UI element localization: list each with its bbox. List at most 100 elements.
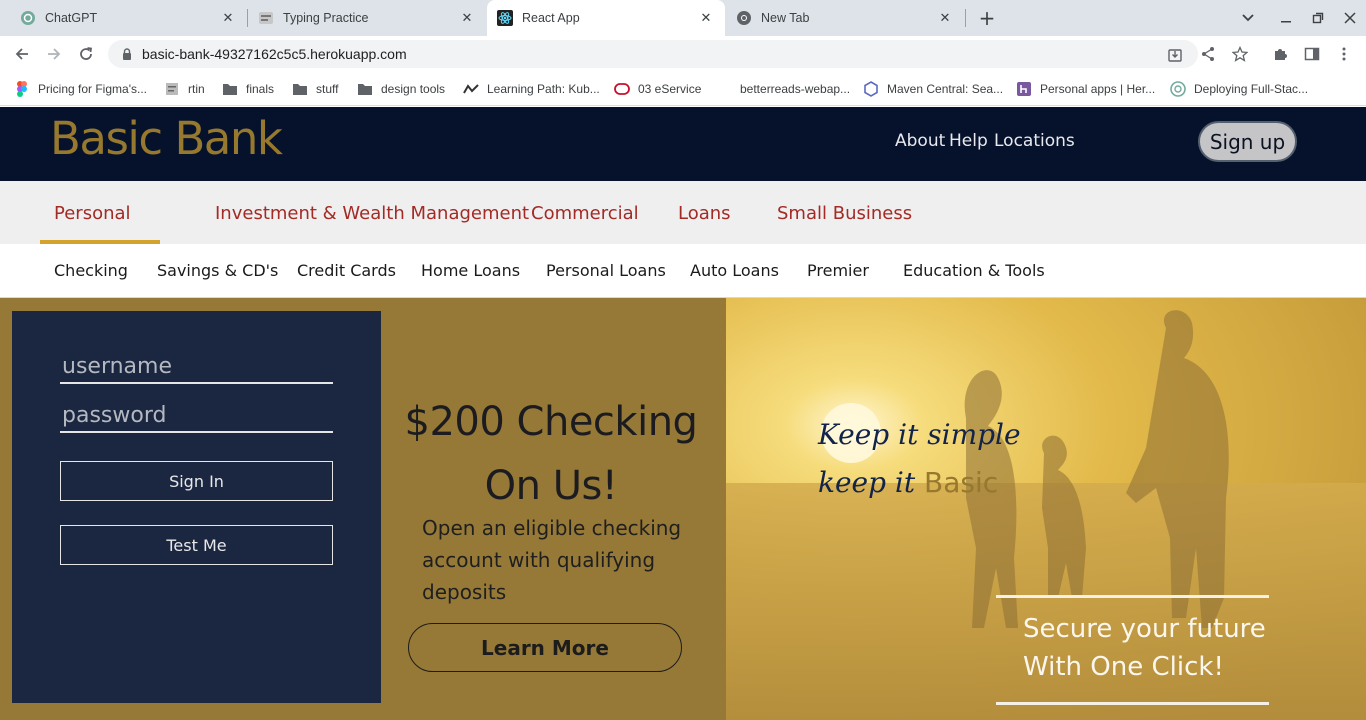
extensions-icon[interactable] [1271,45,1289,63]
bookmark-folder[interactable]: design tools [357,80,445,98]
bookmark-item[interactable]: Learning Path: Kub... [463,80,600,98]
typing-icon [258,10,274,26]
url-text[interactable]: basic-bank-49327162c5c5.herokuapp.com [142,46,407,62]
bookmark-item[interactable]: Pricing for Figma's... [14,80,147,98]
bookmark-label: rtin [188,82,205,96]
subnav-auto-loans[interactable]: Auto Loans [690,261,779,280]
site-header: Basic Bank About Help Locations Sign up [0,107,1366,181]
bookmark-label: Learning Path: Kub... [487,82,600,96]
logo[interactable]: Basic Bank [50,112,283,165]
folder-icon [222,81,238,97]
react-icon [497,10,513,26]
tagline-line: keep it Basic [818,466,998,499]
chatgpt-icon [20,10,36,26]
promo-title: $200 Checking On Us! [400,390,702,518]
cta-text[interactable]: Secure your future With One Click! [1023,610,1266,686]
hero-section: Sign In Test Me $200 Checking On Us! Ope… [0,298,1366,720]
subnav-savings[interactable]: Savings & CD's [157,261,278,280]
tab-typing-practice[interactable]: Typing Practice ✕ [248,0,486,36]
tab-title: React App [522,11,580,25]
bookmarks-bar: Pricing for Figma's... rtin finals stuff… [0,72,1366,106]
tab-new-tab[interactable]: New Tab ✕ [726,0,964,36]
close-icon[interactable]: ✕ [936,9,954,27]
category-investment[interactable]: Investment & Wealth Management [215,203,529,224]
minimize-icon[interactable] [1274,6,1298,30]
bookmark-item[interactable]: rtin [164,80,205,98]
subnav-home-loans[interactable]: Home Loans [421,261,520,280]
tab-title: New Tab [761,11,810,25]
browser-toolbar: basic-bank-49327162c5c5.herokuapp.com [0,36,1366,72]
menu-icon[interactable] [1335,45,1353,63]
cta-line: With One Click! [1023,652,1224,682]
category-personal[interactable]: Personal [54,203,131,224]
bookmark-item[interactable]: 03 eService [614,80,701,98]
close-window-icon[interactable] [1338,6,1362,30]
eservice-icon [614,81,630,97]
nav-link-help[interactable]: Help [949,131,988,151]
figma-icon [14,81,30,97]
nav-link-about[interactable]: About [895,131,945,151]
page-icon [164,81,180,97]
bookmark-item[interactable]: Maven Central: Sea... [863,80,1003,98]
bookmark-item[interactable]: Deploying Full-Stac... [1170,80,1308,98]
folder-icon [292,81,308,97]
subnav-education-tools[interactable]: Education & Tools [903,261,1045,280]
folder-icon [357,81,373,97]
promo-title-line: On Us! [484,463,618,509]
tagline-accent: Basic [924,466,999,499]
bookmark-label: Deploying Full-Stac... [1194,82,1309,96]
maven-icon [863,81,879,97]
tab-title: ChatGPT [45,11,98,25]
divider [996,595,1269,598]
bookmark-label: Pricing for Figma's... [38,82,147,96]
reload-icon[interactable] [74,42,98,66]
blank-icon [716,81,732,97]
subnav-personal-loans[interactable]: Personal Loans [546,261,666,280]
new-tab-button[interactable]: + [975,6,999,30]
bookmark-label: design tools [381,82,446,96]
side-panel-icon[interactable] [1303,45,1321,63]
star-icon[interactable] [1231,45,1249,63]
tagline-prefix: keep it [818,466,925,499]
bookmark-label: stuff [316,82,339,96]
restore-icon[interactable] [1306,6,1330,30]
back-icon[interactable] [10,42,34,66]
category-small-business[interactable]: Small Business [777,203,912,224]
forward-icon[interactable] [42,42,66,66]
nav-link-locations[interactable]: Locations [994,131,1075,151]
bookmark-item[interactable]: betterreads-webap... [716,80,850,98]
close-icon[interactable]: ✕ [697,9,715,27]
lock-icon[interactable] [120,47,134,61]
login-panel: Sign In Test Me [12,311,381,703]
share-icon[interactable] [1199,45,1217,63]
sign-up-button[interactable]: Sign up [1198,121,1297,162]
subnav-premier[interactable]: Premier [807,261,869,280]
cta-line: Secure your future [1023,614,1266,644]
password-input[interactable] [60,399,333,433]
path-icon [463,81,479,97]
subnav-checking[interactable]: Checking [54,261,128,280]
bookmark-label: 03 eService [638,82,702,96]
promo-description: Open an eligible checking account with q… [422,516,682,604]
close-icon[interactable]: ✕ [219,9,237,27]
tab-react-app[interactable]: React App ✕ [487,0,725,36]
category-commercial[interactable]: Commercial [531,203,639,224]
tab-chatgpt[interactable]: ChatGPT ✕ [0,0,247,36]
bookmark-label: finals [246,82,275,96]
username-input[interactable] [60,350,333,384]
learn-more-button[interactable]: Learn More [408,623,682,672]
sign-in-button[interactable]: Sign In [60,461,333,501]
bookmark-folder[interactable]: finals [222,80,274,98]
tab-separator [965,9,966,27]
bookmark-folder[interactable]: stuff [292,80,338,98]
test-me-button[interactable]: Test Me [60,525,333,565]
category-nav: Personal Investment & Wealth Management … [0,181,1366,244]
tab-search-icon[interactable] [1236,6,1260,30]
subnav-credit-cards[interactable]: Credit Cards [297,261,396,280]
address-bar[interactable]: basic-bank-49327162c5c5.herokuapp.com [108,40,1198,68]
close-icon[interactable]: ✕ [458,9,476,27]
category-loans[interactable]: Loans [678,203,731,224]
bookmark-item[interactable]: Personal apps | Her... [1016,80,1155,98]
hero-photo: Keep it simple keep it Basic Secure your… [726,298,1366,720]
install-icon[interactable] [1166,46,1184,64]
